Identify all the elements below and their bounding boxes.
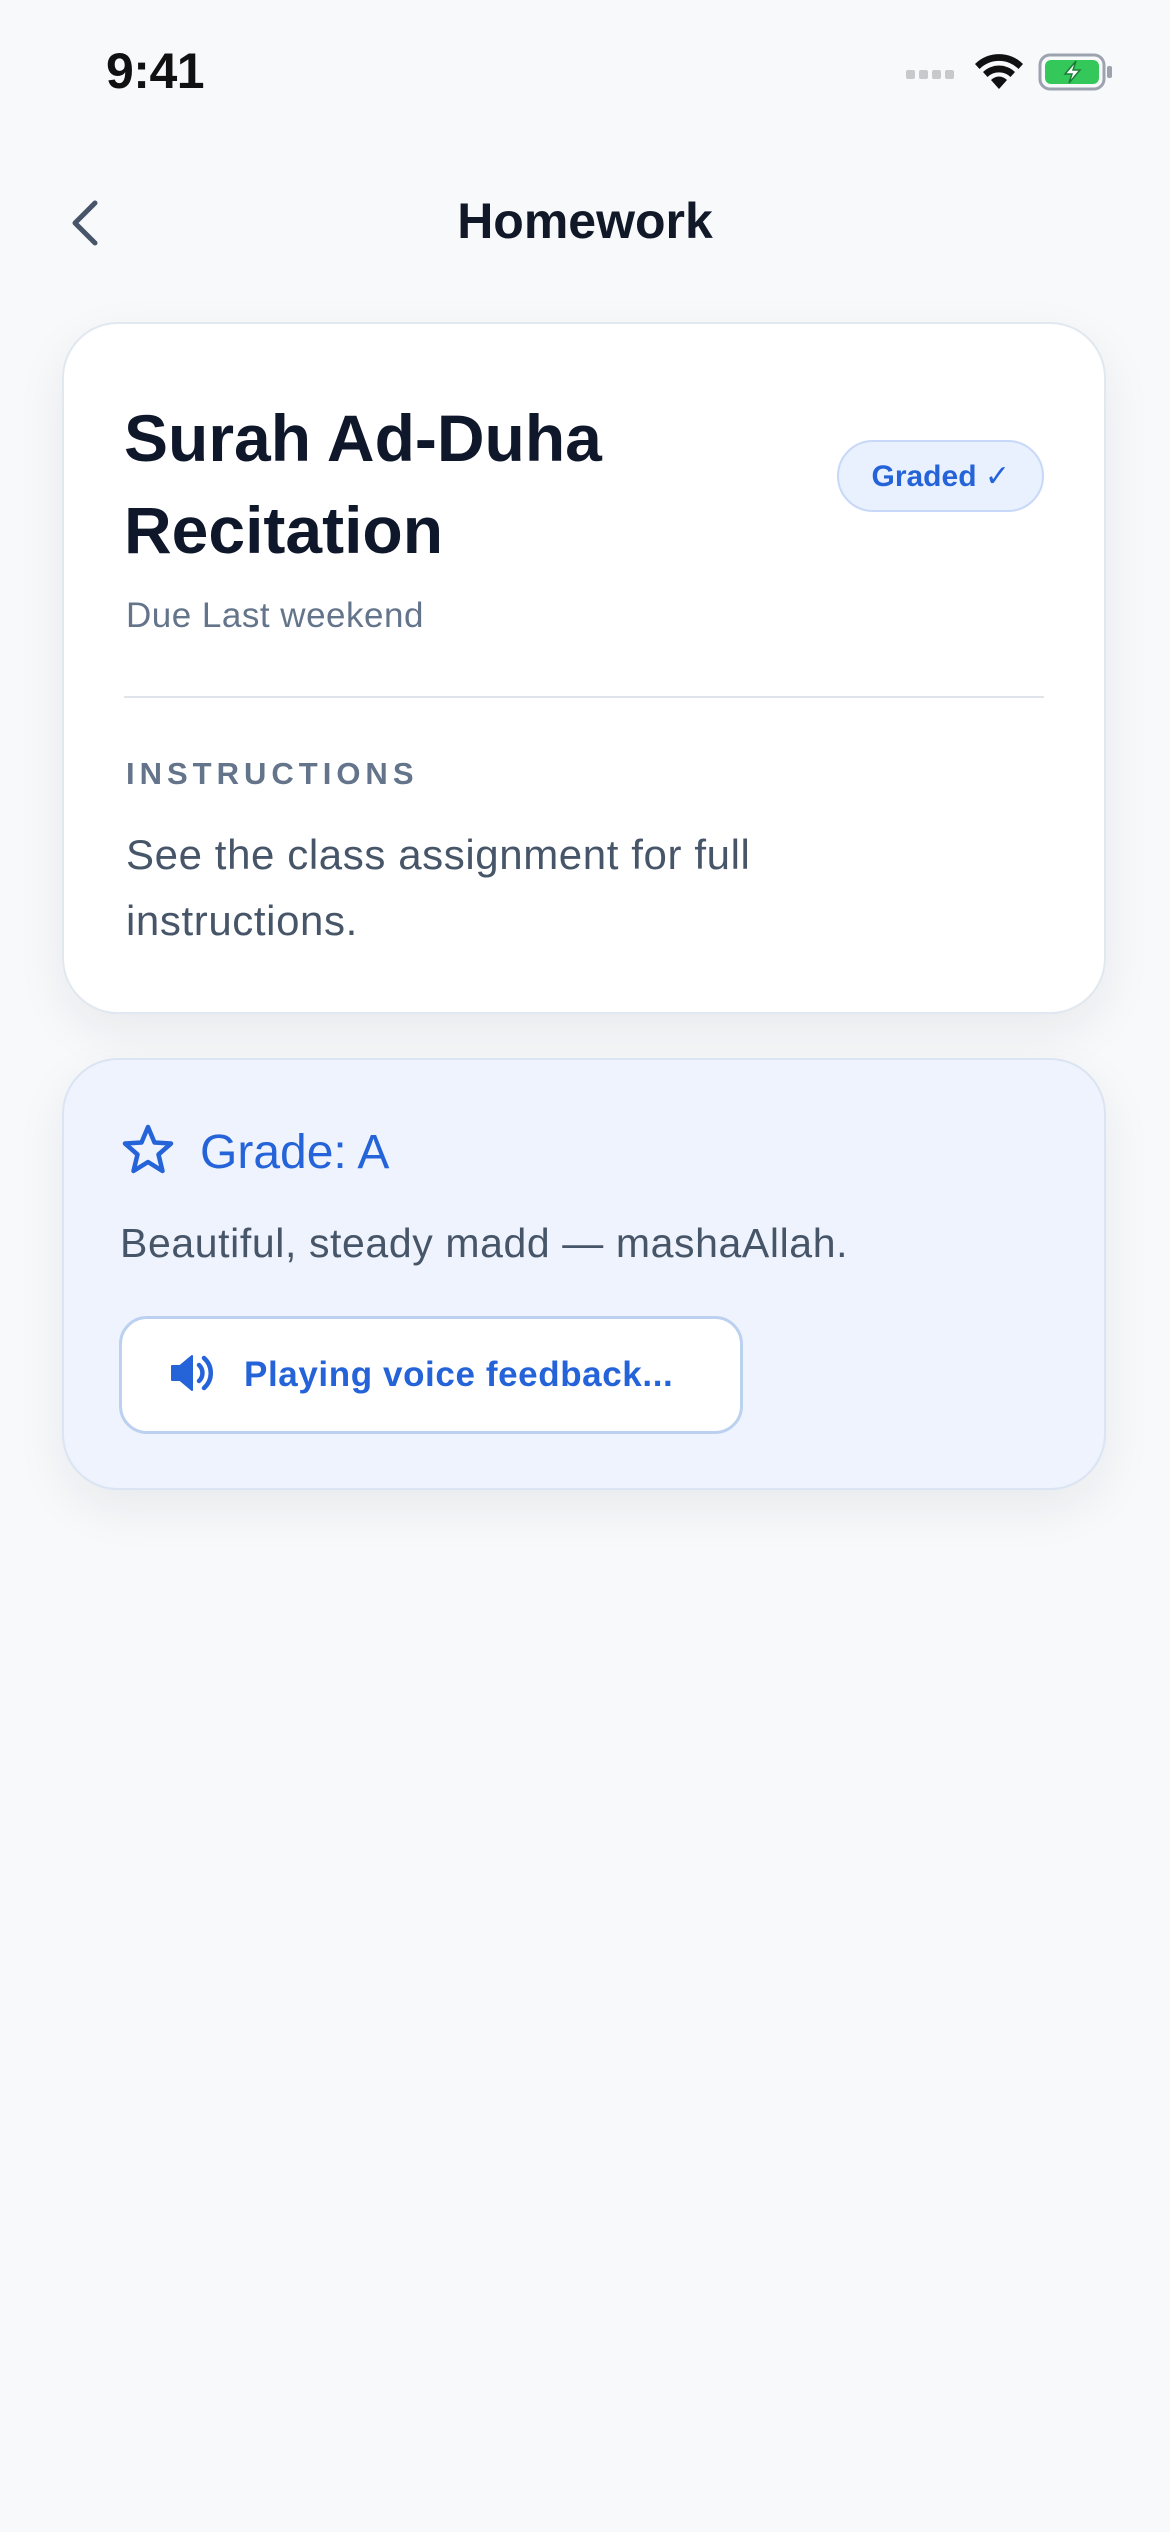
- grade-row: Grade: A: [120, 1122, 389, 1183]
- instructions-heading: INSTRUCTIONS: [126, 756, 419, 791]
- battery-charging-icon: [1038, 52, 1114, 97]
- voice-feedback-button[interactable]: Playing voice feedback...: [119, 1316, 743, 1434]
- page-title: Homework: [457, 193, 713, 249]
- status-time: 9:41: [106, 43, 205, 99]
- status-badge: Graded ✓: [837, 440, 1044, 512]
- status-icons: [904, 52, 1114, 97]
- due-date: Due Last weekend: [126, 596, 424, 635]
- instructions-text: See the class assignment for full instru…: [126, 831, 751, 944]
- voice-feedback-label: Playing voice feedback...: [244, 1355, 674, 1394]
- grade-card: Grade: A Beautiful, steady madd — mashaA…: [62, 1058, 1106, 1490]
- status-bar: 9:41: [0, 0, 1170, 150]
- status-badge-label: Graded ✓: [871, 459, 1010, 493]
- feedback-text: Beautiful, steady madd — mashaAllah.: [120, 1220, 849, 1266]
- navigation-bar: Homework: [0, 150, 1170, 300]
- divider: [124, 696, 1044, 698]
- grade-label: Grade: A: [200, 1126, 390, 1179]
- cellular-signal-icon: [904, 62, 960, 87]
- wifi-icon: [974, 53, 1024, 96]
- speaker-icon: [168, 1351, 216, 1400]
- homework-card: Surah Ad-Duha Recitation Graded ✓ Due La…: [62, 322, 1106, 1014]
- star-icon: [120, 1122, 176, 1183]
- homework-title: Surah Ad-Duha Recitation: [124, 401, 602, 567]
